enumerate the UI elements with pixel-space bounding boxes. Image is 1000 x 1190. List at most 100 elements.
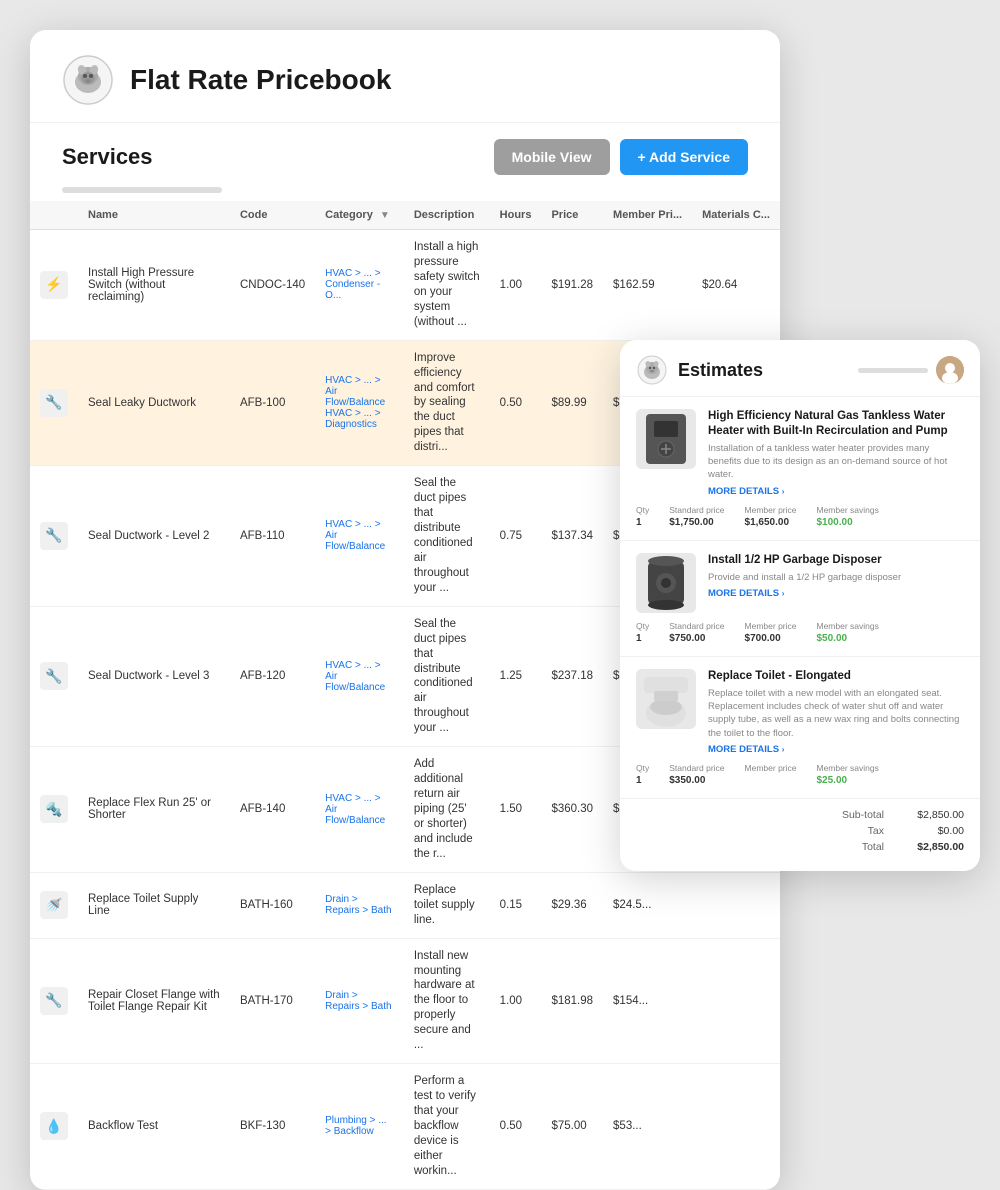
member-savings-col: Member savings $100.00: [817, 505, 879, 528]
service-icon: 💧: [40, 1112, 68, 1140]
service-hours: 1.00: [490, 230, 542, 341]
service-category: HVAC > ... > Air Flow/Balance: [315, 747, 404, 873]
total-val: $2,850.00: [904, 841, 964, 853]
standard-price-val: $350.00: [669, 775, 705, 786]
member-savings-val: $100.00: [817, 517, 853, 528]
service-price: $75.00: [541, 1064, 603, 1190]
estimate-pricing: Qty 1 Standard price $350.00 Member pric…: [636, 763, 964, 786]
service-icon: 🔧: [40, 389, 68, 417]
chevron-right-icon: ›: [782, 487, 785, 496]
member-price-label: Member price: [745, 621, 797, 631]
qty-label: Qty: [636, 505, 649, 515]
row-icon-cell: 🔧: [30, 938, 78, 1064]
service-price: $137.34: [541, 466, 603, 607]
qty-val: 1: [636, 633, 642, 644]
pricebook-header: Flat Rate Pricebook: [30, 30, 780, 123]
qty-label: Qty: [636, 763, 649, 773]
col-description[interactable]: Description: [404, 201, 490, 230]
service-name: Seal Ductwork - Level 3: [78, 606, 230, 747]
member-price-label: Member price: [745, 505, 797, 515]
service-category: Drain > Repairs > Bath: [315, 872, 404, 938]
service-materials: [692, 872, 780, 938]
estimates-items-container: High Efficiency Natural Gas Tankless Wat…: [620, 397, 980, 799]
row-icon-cell: 🔩: [30, 747, 78, 873]
estimate-pricing: Qty 1 Standard price $1,750.00 Member pr…: [636, 505, 964, 528]
row-icon-cell: 💧: [30, 1064, 78, 1190]
service-description: Improve efficiency and comfort by sealin…: [404, 340, 490, 466]
more-details-link[interactable]: MORE DETAILS ›: [708, 486, 964, 497]
service-member-price: $24.5...: [603, 872, 692, 938]
service-hours: 0.50: [490, 340, 542, 466]
qty-col: Qty 1: [636, 763, 649, 786]
service-icon: 🔧: [40, 662, 68, 690]
col-icon: [30, 201, 78, 230]
estimate-name: Install 1/2 HP Garbage Disposer: [708, 553, 964, 568]
estimates-header-left: Estimates: [636, 354, 763, 386]
service-price: $237.18: [541, 606, 603, 747]
service-member-price: $162.59: [603, 230, 692, 341]
service-name: Install High Pressure Switch (without re…: [78, 230, 230, 341]
row-icon-cell: 🔧: [30, 466, 78, 607]
estimate-info: Install 1/2 HP Garbage Disposer Provide …: [708, 553, 964, 599]
service-category: HVAC > ... > Air Flow/Balance: [315, 606, 404, 747]
member-price-val: $700.00: [745, 633, 781, 644]
filter-icon[interactable]: ▼: [380, 210, 390, 221]
member-price-col: Member price: [745, 763, 797, 786]
services-header: Services Mobile View + Add Service: [30, 123, 780, 183]
col-hours[interactable]: Hours: [490, 201, 542, 230]
estimates-header: Estimates: [620, 340, 980, 397]
row-icon-cell: 🚿: [30, 872, 78, 938]
col-materials[interactable]: Materials C...: [692, 201, 780, 230]
estimate-item: Replace Toilet - Elongated Replace toile…: [620, 657, 980, 799]
member-savings-label: Member savings: [817, 621, 879, 631]
subtotal-label: Sub-total: [824, 809, 884, 821]
estimate-item: High Efficiency Natural Gas Tankless Wat…: [620, 397, 980, 541]
service-category: HVAC > ... > Condenser - O...: [315, 230, 404, 341]
service-hours: 1.25: [490, 606, 542, 747]
service-name: Replace Flex Run 25' or Shorter: [78, 747, 230, 873]
tax-row: Tax $0.00: [636, 823, 964, 839]
chevron-right-icon: ›: [782, 589, 785, 598]
standard-price-col: Standard price $1,750.00: [669, 505, 724, 528]
table-row[interactable]: 🔧 Repair Closet Flange with Toilet Flang…: [30, 938, 780, 1064]
subtotal-val: $2,850.00: [904, 809, 964, 821]
table-row[interactable]: 💧 Backflow Test BKF-130 Plumbing > ... >…: [30, 1064, 780, 1190]
col-price[interactable]: Price: [541, 201, 603, 230]
table-row[interactable]: 🚿 Replace Toilet Supply Line BATH-160 Dr…: [30, 872, 780, 938]
more-details-link[interactable]: MORE DETAILS ›: [708, 744, 964, 755]
col-category[interactable]: Category ▼: [315, 201, 404, 230]
service-code: AFB-110: [230, 466, 315, 607]
estimates-totals: Sub-total $2,850.00 Tax $0.00 Total $2,8…: [620, 799, 980, 855]
mobile-view-button[interactable]: Mobile View: [494, 139, 610, 175]
service-category: HVAC > ... > Air Flow/Balance: [315, 466, 404, 607]
more-details-link[interactable]: MORE DETAILS ›: [708, 588, 964, 599]
service-price: $89.99: [541, 340, 603, 466]
service-icon: ⚡: [40, 271, 68, 299]
estimate-description: Provide and install a 1/2 HP garbage dis…: [708, 571, 964, 584]
col-name[interactable]: Name: [78, 201, 230, 230]
total-row: Total $2,850.00: [636, 839, 964, 855]
qty-col: Qty 1: [636, 621, 649, 644]
service-price: $29.36: [541, 872, 603, 938]
service-icon: 🔧: [40, 522, 68, 550]
table-row[interactable]: ⚡ Install High Pressure Switch (without …: [30, 230, 780, 341]
col-code[interactable]: Code: [230, 201, 315, 230]
tax-val: $0.00: [904, 825, 964, 837]
estimate-info: High Efficiency Natural Gas Tankless Wat…: [708, 409, 964, 497]
service-description: Add additional return air piping (25' or…: [404, 747, 490, 873]
service-materials: [692, 1064, 780, 1190]
member-price-col: Member price $700.00: [745, 621, 797, 644]
member-price-val: $1,650.00: [745, 517, 790, 528]
estimates-search-bar: [858, 368, 928, 373]
service-hours: 1.00: [490, 938, 542, 1064]
add-service-button[interactable]: + Add Service: [620, 139, 748, 175]
estimate-thumbnail: [636, 409, 696, 469]
standard-price-val: $1,750.00: [669, 517, 714, 528]
service-description: Seal the duct pipes that distribute cond…: [404, 466, 490, 607]
service-category: HVAC > ... > Air Flow/BalanceHVAC > ... …: [315, 340, 404, 466]
service-category: Drain > Repairs > Bath: [315, 938, 404, 1064]
standard-price-val: $750.00: [669, 633, 705, 644]
col-member-price[interactable]: Member Pri...: [603, 201, 692, 230]
estimates-title: Estimates: [678, 360, 763, 381]
avatar: [936, 356, 964, 384]
